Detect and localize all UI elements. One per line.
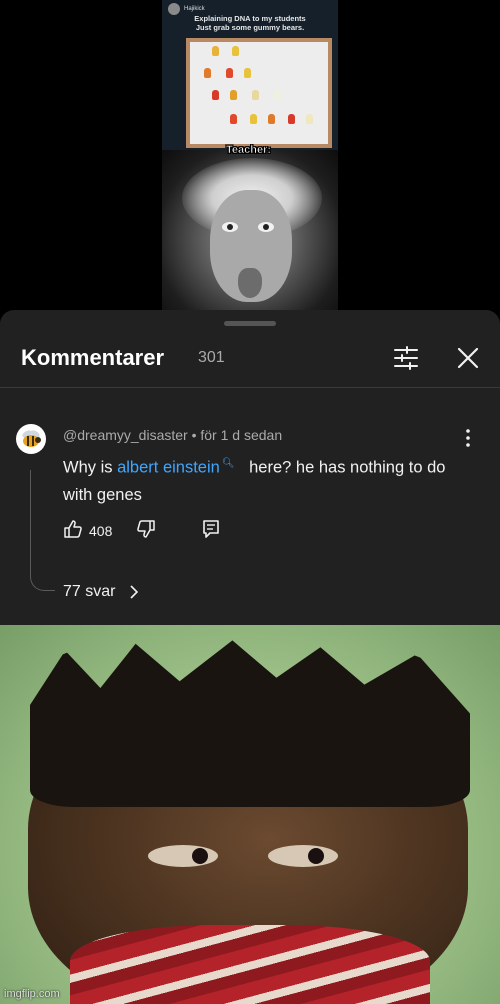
comment-meta: @dreamyy_disaster • för 1 d sedan (63, 427, 282, 443)
replies-button[interactable]: 77 svar (63, 583, 115, 601)
comment-time: • för 1 d sedan (191, 427, 283, 443)
tweet-text-line-2: Just grab some gummy bears. (195, 23, 305, 32)
comment-text-before: Why is (63, 458, 118, 477)
tweet-username: Hajikick (184, 6, 205, 12)
thumbs-up-icon[interactable] (63, 519, 83, 539)
comment-author[interactable]: @dreamyy_disaster (63, 427, 188, 443)
teacher-caption: Teacher: (226, 144, 272, 157)
kebab-menu-icon[interactable] (460, 428, 476, 448)
reaction-image (0, 625, 500, 1004)
comments-panel: Kommentarer 301 @dreamyy_disaster • för … (0, 310, 500, 625)
einstein-photo: Teacher: (162, 144, 338, 312)
close-icon[interactable] (456, 346, 480, 370)
video-frame: Hajikick Explaining DNA to my students J… (162, 0, 338, 312)
watermark: imgflip.com (4, 988, 60, 1000)
filter-icon[interactable] (393, 346, 419, 370)
video-player[interactable]: Hajikick Explaining DNA to my students J… (0, 0, 500, 312)
header-divider (0, 387, 500, 388)
search-icon[interactable]: 🔍︎ (222, 450, 235, 477)
reply-icon[interactable] (202, 519, 220, 539)
gummy-bear-tree-image (186, 38, 332, 148)
thumbs-down-icon[interactable] (136, 519, 156, 539)
comment-text: Why is albert einstein 🔍︎ here? he has no… (63, 450, 463, 509)
search-link[interactable]: albert einstein (117, 459, 220, 477)
drag-handle[interactable] (224, 321, 276, 326)
bee-avatar-icon (22, 430, 41, 447)
comments-title: Kommentarer (21, 345, 165, 370)
tweet-text: Explaining DNA to my students Just grab … (162, 14, 338, 32)
reply-thread-line (30, 470, 55, 591)
like-count: 408 (89, 523, 113, 539)
comments-count: 301 (198, 349, 225, 366)
chevron-right-icon[interactable] (129, 585, 139, 599)
avatar[interactable] (16, 424, 46, 454)
tweet-text-line-1: Explaining DNA to my students (194, 14, 306, 23)
